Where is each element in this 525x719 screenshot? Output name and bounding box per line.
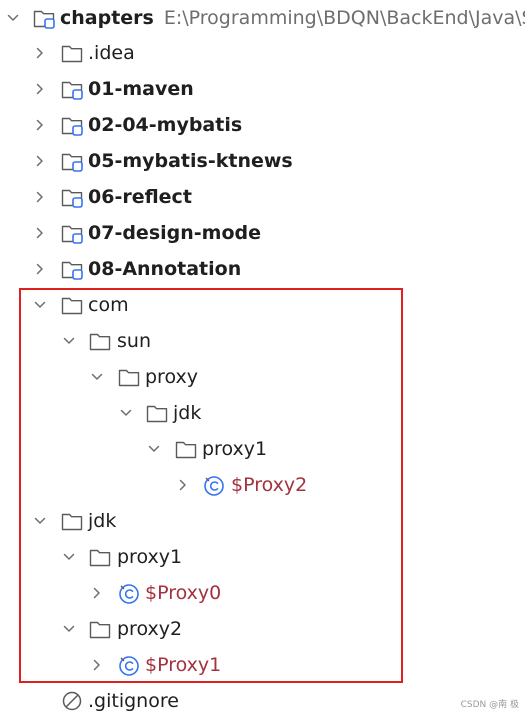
chevron-right-icon[interactable] xyxy=(33,82,47,96)
module-folder-icon xyxy=(60,113,84,137)
tree-label: 01-maven xyxy=(88,78,194,100)
folder-icon xyxy=(145,401,169,425)
tree-label: proxy1 xyxy=(202,438,268,460)
chevron-down-icon[interactable] xyxy=(119,406,133,420)
chevron-right-icon[interactable] xyxy=(33,118,47,132)
tree-row-06-reflect[interactable]: 06-reflect xyxy=(0,179,525,215)
tree-row-proxy2-jdk[interactable]: proxy2 xyxy=(0,611,525,647)
tree-label: proxy1 xyxy=(117,546,183,568)
tree-row-com[interactable]: com xyxy=(0,287,525,323)
chevron-down-icon[interactable] xyxy=(6,11,20,25)
tree-row-proxy2-class[interactable]: $Proxy2 xyxy=(0,467,525,503)
chevron-down-icon[interactable] xyxy=(62,334,76,348)
folder-icon xyxy=(88,545,112,569)
folder-icon xyxy=(88,617,112,641)
module-folder-icon xyxy=(60,149,84,173)
tree-label: $Proxy2 xyxy=(231,474,308,496)
tree-label: $Proxy1 xyxy=(145,654,222,676)
tree-row-proxy1-jdk[interactable]: proxy1 xyxy=(0,539,525,575)
tree-label: com xyxy=(88,294,129,316)
module-folder-icon xyxy=(32,6,56,30)
chevron-right-icon[interactable] xyxy=(90,658,104,672)
tree-row-jdk[interactable]: jdk xyxy=(0,395,525,431)
tree-row-02-04-mybatis[interactable]: 02-04-mybatis xyxy=(0,107,525,143)
tree-row-07-design-mode[interactable]: 07-design-mode xyxy=(0,215,525,251)
ignore-file-icon xyxy=(60,689,84,713)
tree-row-proxy1[interactable]: proxy1 xyxy=(0,431,525,467)
module-folder-icon xyxy=(60,185,84,209)
chevron-down-icon[interactable] xyxy=(33,514,47,528)
tree-label: proxy2 xyxy=(117,618,183,640)
tree-label: $Proxy0 xyxy=(145,582,222,604)
class-icon xyxy=(117,581,141,605)
folder-icon xyxy=(88,329,112,353)
tree-row-chapters[interactable]: chapters E:\Programming\BDQN\BackEnd\Java… xyxy=(0,0,525,36)
tree-row-jdk-root[interactable]: jdk xyxy=(0,503,525,539)
project-tree: chapters E:\Programming\BDQN\BackEnd\Java… xyxy=(0,0,525,716)
chevron-down-icon[interactable] xyxy=(90,370,104,384)
tree-label: 08-Annotation xyxy=(88,258,242,280)
tree-row-idea[interactable]: .idea xyxy=(0,35,525,71)
tree-row-08-annotation[interactable]: 08-Annotation xyxy=(0,251,525,287)
tree-row-gitignore[interactable]: .gitignore xyxy=(0,683,525,719)
chevron-right-icon[interactable] xyxy=(176,478,190,492)
folder-icon xyxy=(60,509,84,533)
tree-row-proxy0-class[interactable]: $Proxy0 xyxy=(0,575,525,611)
root-path: E:\Programming\BDQN\BackEnd\Java\SS xyxy=(163,7,525,29)
tree-row-proxy[interactable]: proxy xyxy=(0,359,525,395)
tree-label: 05-mybatis-ktnews xyxy=(88,150,293,172)
folder-icon xyxy=(60,41,84,65)
tree-label: 06-reflect xyxy=(88,186,192,208)
tree-label: jdk xyxy=(173,402,202,424)
chevron-down-icon[interactable] xyxy=(147,442,161,456)
chevron-right-icon[interactable] xyxy=(33,262,47,276)
tree-label: sun xyxy=(117,330,151,352)
folder-icon xyxy=(174,437,198,461)
module-folder-icon xyxy=(60,221,84,245)
folder-icon xyxy=(117,365,141,389)
module-folder-icon xyxy=(60,257,84,281)
tree-label: .gitignore xyxy=(88,690,179,712)
chevron-right-icon[interactable] xyxy=(33,46,47,60)
tree-row-05-mybatis-ktnews[interactable]: 05-mybatis-ktnews xyxy=(0,143,525,179)
chevron-down-icon[interactable] xyxy=(33,298,47,312)
module-folder-icon xyxy=(60,77,84,101)
tree-label: 07-design-mode xyxy=(88,222,261,244)
tree-row-01-maven[interactable]: 01-maven xyxy=(0,71,525,107)
chevron-right-icon[interactable] xyxy=(33,190,47,204)
tree-label: jdk xyxy=(88,510,117,532)
chevron-right-icon[interactable] xyxy=(33,226,47,240)
tree-label: .idea xyxy=(88,42,135,64)
tree-label: chapters E:\Programming\BDQN\BackEnd\Java… xyxy=(60,0,525,36)
class-icon xyxy=(202,473,226,497)
chevron-right-icon[interactable] xyxy=(90,586,104,600)
folder-icon xyxy=(60,293,84,317)
chevron-right-icon[interactable] xyxy=(33,154,47,168)
tree-label: proxy xyxy=(145,366,198,388)
class-icon xyxy=(117,653,141,677)
tree-label: 02-04-mybatis xyxy=(88,114,243,136)
watermark: CSDN @南 极 xyxy=(460,700,519,710)
tree-row-proxy1-class[interactable]: $Proxy1 xyxy=(0,647,525,683)
chevron-down-icon[interactable] xyxy=(62,550,76,564)
tree-row-sun[interactable]: sun xyxy=(0,323,525,359)
chevron-down-icon[interactable] xyxy=(62,622,76,636)
